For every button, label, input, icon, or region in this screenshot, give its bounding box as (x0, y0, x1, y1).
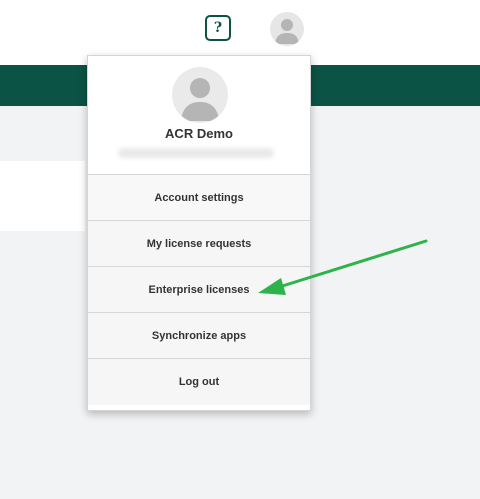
help-button[interactable]: ? (205, 15, 231, 41)
help-icon: ? (213, 20, 223, 36)
profile-section: ACR Demo (88, 56, 310, 172)
menu-list: Account settings My license requests Ent… (88, 174, 310, 405)
menu-item-synchronize-apps[interactable]: Synchronize apps (88, 312, 310, 358)
profile-name: ACR Demo (165, 126, 233, 141)
avatar-button[interactable] (270, 12, 304, 46)
content-card (0, 161, 85, 231)
user-menu-dropdown: ACR Demo Account settings My license req… (87, 55, 311, 411)
menu-item-my-license-requests[interactable]: My license requests (88, 220, 310, 266)
profile-avatar (172, 67, 228, 123)
profile-email-redacted (118, 148, 274, 158)
menu-item-enterprise-licenses[interactable]: Enterprise licenses (88, 266, 310, 312)
user-avatar-icon (275, 19, 299, 44)
user-avatar-icon (181, 78, 219, 121)
menu-item-log-out[interactable]: Log out (88, 358, 310, 405)
menu-item-account-settings[interactable]: Account settings (88, 174, 310, 220)
